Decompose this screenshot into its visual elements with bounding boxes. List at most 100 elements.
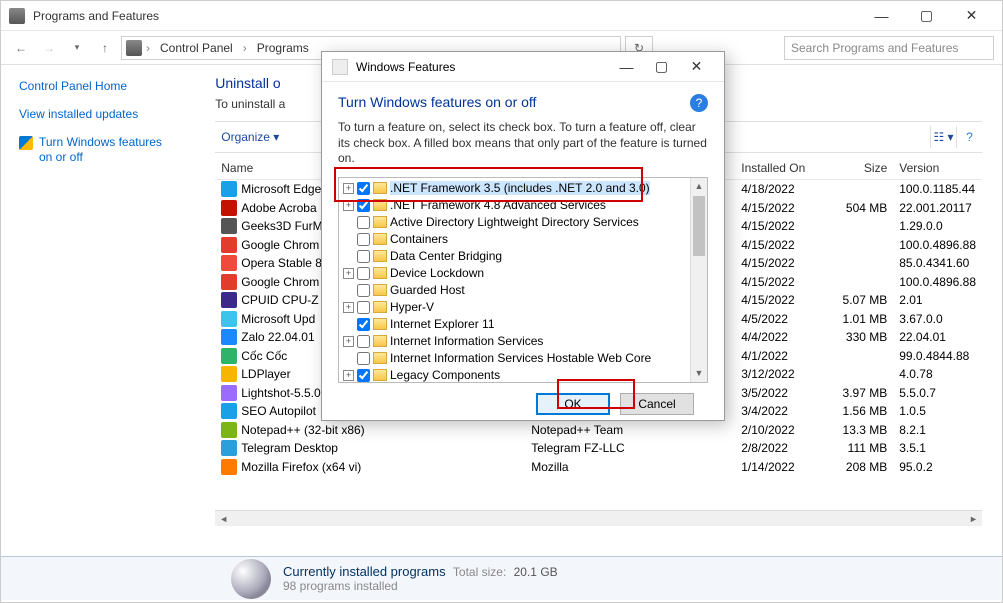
addr-icon — [126, 40, 142, 56]
sidebar: Control Panel Home View installed update… — [1, 65, 187, 556]
program-size — [823, 278, 893, 286]
feature-row[interactable]: Internet Information Services Hostable W… — [341, 350, 688, 367]
search-placeholder: Search Programs and Features — [791, 41, 958, 55]
expand-icon[interactable] — [343, 217, 354, 228]
col-version[interactable]: Version — [893, 157, 982, 179]
summary-totlabel: Total size: — [453, 565, 506, 579]
up-button[interactable]: ↑ — [93, 36, 117, 60]
feature-row[interactable]: Internet Explorer 11 — [341, 316, 688, 333]
feature-checkbox[interactable] — [357, 250, 370, 263]
organize-menu[interactable]: Organize ▾ — [215, 128, 285, 146]
feature-tree[interactable]: +.NET Framework 3.5 (includes .NET 2.0 a… — [339, 178, 690, 382]
feature-checkbox[interactable] — [357, 216, 370, 229]
table-row[interactable]: Mozilla Firefox (x64 vi)Mozilla1/14/2022… — [215, 458, 982, 477]
feature-checkbox[interactable] — [357, 199, 370, 212]
expand-icon[interactable]: + — [343, 183, 354, 194]
dialog-desc: To turn a feature on, select its check b… — [338, 120, 708, 167]
feature-row[interactable]: +.NET Framework 3.5 (includes .NET 2.0 a… — [341, 180, 688, 197]
feature-label: Device Lockdown — [390, 266, 484, 280]
feature-checkbox[interactable] — [357, 335, 370, 348]
shield-icon — [19, 136, 33, 150]
feature-checkbox[interactable] — [357, 267, 370, 280]
feature-checkbox[interactable] — [357, 369, 370, 382]
feature-label: Internet Information Services Hostable W… — [390, 351, 651, 365]
expand-icon[interactable] — [343, 353, 354, 364]
programs-features-window: Programs and Features — ▢ ✕ ← → ▾ ↑ › Co… — [0, 0, 1003, 603]
feature-row[interactable]: Guarded Host — [341, 282, 688, 299]
titlebar: Programs and Features — ▢ ✕ — [1, 1, 1002, 31]
col-installed[interactable]: Installed On — [735, 157, 823, 179]
dialog-maximize-button[interactable]: ▢ — [644, 53, 679, 81]
dialog-close-button[interactable]: ✕ — [679, 53, 714, 81]
sidebar-home-link[interactable]: Control Panel Home — [19, 79, 169, 93]
expand-icon[interactable]: + — [343, 268, 354, 279]
feature-row[interactable]: Containers — [341, 231, 688, 248]
maximize-button[interactable]: ▢ — [904, 2, 949, 30]
feature-label: Internet Information Services — [390, 334, 543, 348]
feature-row[interactable]: + Device Lockdown — [341, 265, 688, 282]
expand-icon[interactable] — [343, 234, 354, 245]
feature-row[interactable]: + Internet Information Services — [341, 333, 688, 350]
sidebar-view-updates-link[interactable]: View installed updates — [19, 107, 169, 123]
program-name: Google Chrom — [241, 275, 319, 289]
folder-icon — [373, 352, 387, 364]
folder-icon — [373, 301, 387, 313]
program-name: CPUID CPU-Z 2 — [241, 293, 328, 307]
feature-row[interactable]: +Legacy Components — [341, 367, 688, 382]
forward-button[interactable]: → — [37, 36, 61, 60]
program-publisher: Mozilla — [525, 456, 735, 478]
feature-checkbox[interactable] — [357, 352, 370, 365]
expand-icon[interactable]: + — [343, 302, 354, 313]
h-scrollbar[interactable]: ◄ ► — [215, 510, 982, 526]
expand-icon[interactable]: + — [343, 200, 354, 211]
feature-row[interactable]: Data Center Bridging — [341, 248, 688, 265]
program-size: 504 MB — [823, 197, 893, 219]
breadcrumb-seg[interactable]: Programs — [251, 39, 315, 57]
feature-row[interactable]: +Hyper-V — [341, 299, 688, 316]
help-button[interactable]: ? — [956, 126, 982, 148]
folder-icon — [373, 199, 387, 211]
summary-count: 98 programs installed — [283, 579, 558, 593]
sidebar-windows-features-link[interactable]: Turn Windows features on or off — [19, 135, 169, 166]
search-input[interactable]: Search Programs and Features — [784, 36, 994, 60]
expand-icon[interactable]: + — [343, 336, 354, 347]
dialog-heading: Turn Windows features on or off — [338, 94, 708, 110]
expand-icon[interactable] — [343, 319, 354, 330]
program-name: Microsoft Edge — [241, 182, 321, 196]
dialog-v-scrollbar[interactable]: ▲ ▼ — [690, 178, 707, 382]
feature-checkbox[interactable] — [357, 182, 370, 195]
close-button[interactable]: ✕ — [949, 2, 994, 30]
program-size: 208 MB — [823, 456, 893, 478]
back-button[interactable]: ← — [9, 36, 33, 60]
minimize-button[interactable]: — — [859, 2, 904, 30]
program-icon — [221, 459, 237, 475]
folder-icon — [373, 335, 387, 347]
program-size — [823, 241, 893, 249]
program-name: Adobe Acroba — [241, 201, 316, 215]
dialog-minimize-button[interactable]: — — [609, 53, 644, 81]
recent-button[interactable]: ▾ — [65, 36, 89, 60]
feature-checkbox[interactable] — [357, 301, 370, 314]
program-name: Google Chrom — [241, 238, 319, 252]
feature-checkbox[interactable] — [357, 233, 370, 246]
dialog-help-button[interactable]: ? — [690, 94, 708, 112]
cancel-button[interactable]: Cancel — [620, 393, 694, 415]
expand-icon[interactable]: + — [343, 370, 354, 381]
folder-icon — [373, 267, 387, 279]
scrollbar-thumb[interactable] — [693, 196, 705, 256]
col-size[interactable]: Size — [823, 157, 893, 179]
feature-row[interactable]: Active Directory Lightweight Directory S… — [341, 214, 688, 231]
folder-icon — [373, 216, 387, 228]
dialog-titlebar: Windows Features — ▢ ✕ — [322, 52, 724, 82]
feature-checkbox[interactable] — [357, 284, 370, 297]
breadcrumb-seg[interactable]: Control Panel — [154, 39, 239, 57]
program-version: 95.0.2 — [893, 456, 982, 478]
expand-icon[interactable] — [343, 285, 354, 296]
ok-button[interactable]: OK — [536, 393, 610, 415]
view-options-button[interactable]: ☷ ▾ — [930, 126, 956, 148]
feature-checkbox[interactable] — [357, 318, 370, 331]
feature-row[interactable]: +.NET Framework 4.8 Advanced Services — [341, 197, 688, 214]
program-size — [823, 259, 893, 267]
expand-icon[interactable] — [343, 251, 354, 262]
folder-icon — [373, 284, 387, 296]
